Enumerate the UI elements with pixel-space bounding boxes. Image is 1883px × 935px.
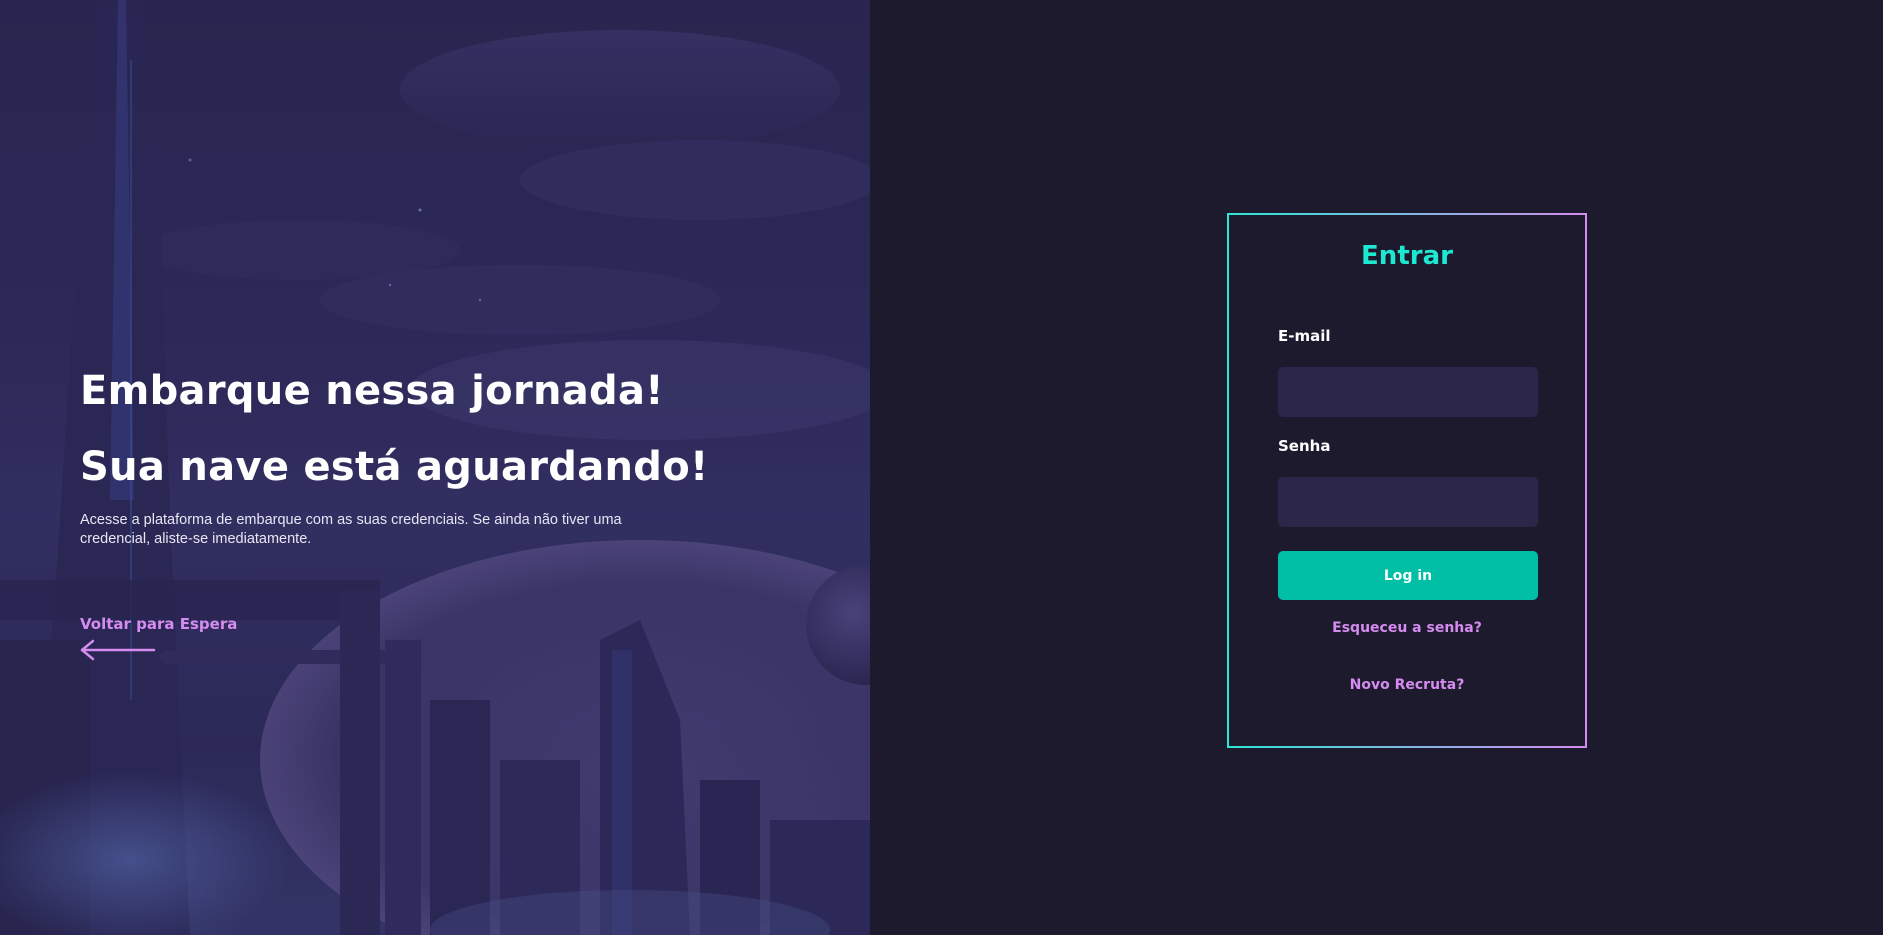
login-form-card: Entrar E-mail Senha Log in Esqueceu a se…	[1227, 213, 1587, 748]
new-recruit-link[interactable]: Novo Recruta?	[1229, 677, 1585, 693]
email-field[interactable]	[1278, 367, 1538, 417]
email-label: E-mail	[1278, 327, 1331, 345]
hero-title-line-2: Sua nave está aguardando!	[80, 444, 709, 490]
forgot-password-link[interactable]: Esqueceu a senha?	[1229, 620, 1585, 636]
hero-panel: Embarque nessa jornada! Sua nave está ag…	[0, 0, 870, 935]
login-page: Embarque nessa jornada! Sua nave está ag…	[0, 0, 1883, 935]
password-label: Senha	[1278, 437, 1331, 455]
arrow-left-icon	[80, 639, 156, 661]
back-to-waiting-link[interactable]: Voltar para Espera	[80, 615, 237, 661]
login-title: Entrar	[1361, 241, 1453, 271]
hero-description: Acesse a plataforma de embarque com as s…	[80, 512, 622, 547]
password-field[interactable]	[1278, 477, 1538, 527]
hero-title-line-1: Embarque nessa jornada!	[80, 368, 664, 414]
login-button[interactable]: Log in	[1278, 551, 1538, 600]
back-link-label: Voltar para Espera	[80, 615, 238, 633]
